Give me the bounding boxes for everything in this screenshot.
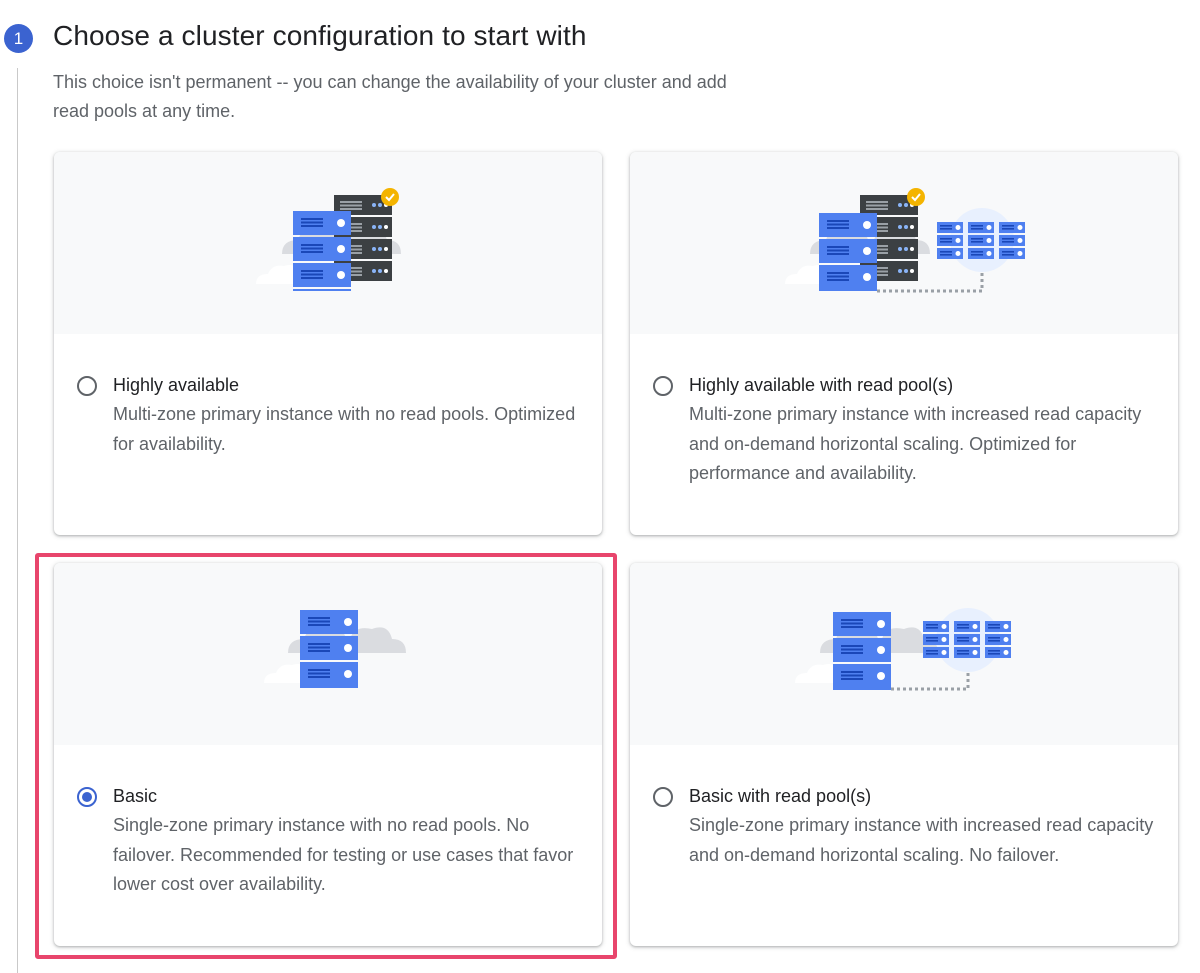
step-number-badge: 1 [4,24,33,53]
option-label-highly-available: Highly available [113,375,240,395]
page-subtitle: This choice isn't permanent -- you can c… [53,72,727,121]
option-description-highly-available-read-pools: Multi-zone primary instance with increas… [689,404,1142,483]
page-title: Choose a cluster configuration to start … [53,20,587,51]
illustration-basic-read-pools [630,563,1178,745]
option-label-highly-available-read-pools: Highly available with read pool(s) [689,375,954,395]
illustration-highly-available-read-pools [630,152,1178,334]
option-description-basic-read-pools: Single-zone primary instance with increa… [689,815,1154,865]
radio-highly-available-read-pools[interactable] [653,376,673,396]
option-label-basic: Basic [113,786,158,806]
option-description-basic: Single-zone primary instance with no rea… [113,815,574,894]
option-label-basic-read-pools: Basic with read pool(s) [689,786,872,806]
step-connector-line [17,68,18,973]
option-card-basic[interactable]: Basic Single-zone primary instance with … [54,563,602,946]
option-card-highly-available[interactable]: Highly available Multi-zone primary inst… [54,152,602,535]
illustration-highly-available [54,152,602,334]
option-description-highly-available: Multi-zone primary instance with no read… [113,404,576,454]
radio-highly-available[interactable] [77,376,97,396]
illustration-basic [54,563,602,745]
radio-basic[interactable] [77,787,97,807]
option-card-basic-read-pools[interactable]: Basic with read pool(s) Single-zone prim… [630,563,1178,946]
option-card-highly-available-read-pools[interactable]: Highly available with read pool(s) Multi… [630,152,1178,535]
radio-basic-read-pools[interactable] [653,787,673,807]
